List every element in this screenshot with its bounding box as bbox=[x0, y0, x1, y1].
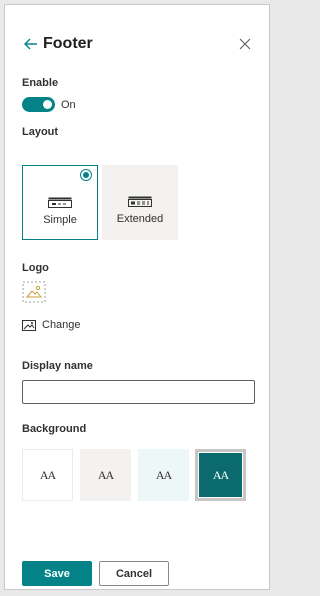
panel-header: Footer bbox=[21, 33, 255, 55]
swatch-sample-text: AA bbox=[155, 467, 172, 482]
change-logo-button[interactable]: Change bbox=[22, 319, 81, 331]
layout-option-simple[interactable]: Simple bbox=[22, 165, 98, 240]
display-name-label: Display name bbox=[22, 360, 93, 372]
background-swatch-soft[interactable]: AA bbox=[138, 449, 189, 501]
enable-label: Enable bbox=[22, 77, 59, 89]
save-button[interactable]: Save bbox=[22, 561, 92, 586]
enable-state-text: On bbox=[61, 98, 76, 111]
layout-option-label: Simple bbox=[43, 214, 77, 226]
layout-option-extended[interactable]: Extended bbox=[102, 165, 178, 240]
swatch-sample-text: AA bbox=[97, 467, 114, 482]
enable-toggle[interactable] bbox=[22, 97, 55, 112]
close-button[interactable] bbox=[235, 34, 255, 54]
background-label: Background bbox=[22, 423, 87, 435]
logo-placeholder[interactable] bbox=[22, 281, 46, 303]
layout-label: Layout bbox=[22, 126, 59, 138]
toggle-knob bbox=[43, 100, 52, 109]
enable-toggle-row: On bbox=[22, 97, 76, 112]
swatch-sample-text: AA bbox=[212, 467, 229, 482]
change-logo-label: Change bbox=[42, 319, 81, 331]
image-placeholder-icon bbox=[22, 281, 46, 303]
logo-label: Logo bbox=[22, 262, 49, 274]
cancel-button[interactable]: Cancel bbox=[99, 561, 169, 586]
layout-simple-icon bbox=[48, 197, 72, 208]
arrow-left-icon bbox=[24, 38, 37, 50]
picture-icon bbox=[22, 319, 36, 331]
close-icon bbox=[239, 38, 251, 50]
display-name-input[interactable] bbox=[22, 380, 255, 404]
background-swatch-neutral[interactable]: AA bbox=[80, 449, 131, 501]
background-swatch-strong[interactable]: AA bbox=[195, 449, 246, 501]
back-button[interactable] bbox=[21, 34, 41, 54]
swatch-sample-text: AA bbox=[39, 467, 56, 482]
layout-option-label: Extended bbox=[116, 213, 164, 225]
footer-settings-panel: Footer Enable On Layout Simple Extended … bbox=[4, 4, 270, 590]
selected-radio-indicator bbox=[80, 169, 92, 181]
layout-extended-icon bbox=[128, 196, 152, 207]
panel-title: Footer bbox=[43, 35, 93, 52]
background-swatch-white[interactable]: AA bbox=[22, 449, 73, 501]
